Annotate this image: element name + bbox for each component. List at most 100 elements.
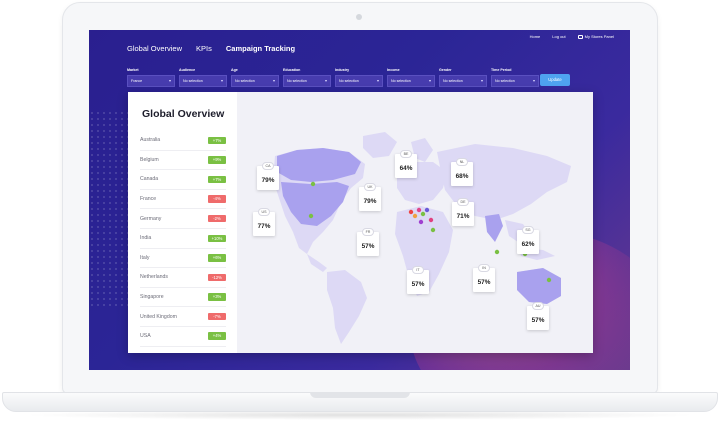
country-name: Australia [140, 137, 161, 144]
map-callout-sg[interactable]: SG 62% [517, 226, 539, 254]
country-row[interactable]: Italy +6% [140, 249, 226, 269]
country-row[interactable]: Germany -2% [140, 209, 226, 229]
country-code: BE [400, 150, 412, 158]
map-marker[interactable] [546, 277, 552, 283]
change-badge: -7% [208, 312, 226, 321]
background-dot-pattern [89, 110, 129, 310]
select-value: No selection [287, 79, 307, 83]
map-marker[interactable] [430, 227, 436, 233]
country-percentage: 64% [399, 165, 413, 172]
nav-campaign-tracking[interactable]: Campaign Tracking [226, 44, 295, 53]
country-percentage: 57% [411, 281, 425, 288]
global-overview-panel: Global Overview Australia +7% Belgium +9% Ca… [128, 92, 593, 353]
country-row[interactable]: Canada +7% [140, 170, 226, 190]
change-badge: +10% [208, 234, 226, 243]
country-percentage: 68% [455, 173, 469, 180]
highlight-india[interactable] [485, 214, 503, 242]
country-percentage: 57% [361, 243, 375, 250]
filter-label: Education [283, 68, 301, 72]
filter-education: Education No selection ▾ [283, 68, 331, 87]
map-callout-ca[interactable]: CA 79% [257, 162, 279, 190]
select-value: No selection [339, 79, 359, 83]
map-callout-be[interactable]: BE 64% [395, 150, 417, 178]
utility-nav: Home Log out My Stores Panel [530, 34, 614, 39]
filter-time-period: Time Period No selection ▾ [491, 68, 539, 87]
filter-label: Industry [335, 68, 350, 72]
panel-title: Global Overview [142, 108, 225, 120]
home-link[interactable]: Home [530, 34, 541, 39]
country-row[interactable]: Belgium +9% [140, 151, 226, 171]
map-marker[interactable] [424, 207, 430, 213]
map-callout-au[interactable]: AU 57% [527, 302, 549, 330]
country-name: Germany [140, 215, 162, 222]
map-callout-fr[interactable]: FR 57% [357, 228, 379, 256]
map-callout-us[interactable]: US 77% [253, 208, 275, 236]
country-row[interactable]: United Kingdom -7% [140, 307, 226, 327]
map-callout-nl[interactable]: NL 68% [451, 158, 473, 186]
select-value: No selection [235, 79, 255, 83]
map-marker[interactable] [418, 219, 424, 225]
country-row[interactable]: France -4% [140, 190, 226, 210]
nav-global-overview[interactable]: Global Overview [127, 44, 182, 53]
map-marker[interactable] [310, 181, 316, 187]
my-stores-panel-label: My Stores Panel [584, 34, 614, 39]
map-callout-in[interactable]: IN 57% [473, 264, 495, 292]
select-value: No selection [443, 79, 463, 83]
map-marker[interactable] [428, 217, 434, 223]
country-percentage: 77% [257, 223, 271, 230]
map-marker[interactable] [408, 209, 414, 215]
country-row[interactable]: Australia +7% [140, 131, 226, 151]
my-stores-panel-link[interactable]: My Stores Panel [577, 34, 614, 39]
country-code: IN [478, 264, 490, 272]
change-badge: +4% [208, 332, 226, 340]
time-period-select[interactable]: No selection ▾ [491, 75, 539, 87]
change-badge: -2% [208, 214, 226, 223]
change-badge: +3% [208, 293, 226, 301]
world-map[interactable]: CA 79% US 77% BE 64% UK 79% FR 57% NL 68% DE 71% IT 57%… [237, 92, 593, 353]
gender-select[interactable]: No selection ▾ [439, 75, 487, 87]
country-name: India [140, 235, 152, 242]
map-marker[interactable] [420, 211, 426, 217]
filter-market: Market France ▾ [127, 68, 175, 87]
country-code: NL [456, 158, 468, 166]
education-select[interactable]: No selection ▾ [283, 75, 331, 87]
market-select[interactable]: France ▾ [127, 75, 175, 87]
filter-income: Income No selection ▾ [387, 68, 435, 87]
change-badge: +9% [208, 156, 226, 164]
country-name: Singapore [140, 294, 164, 301]
change-badge: +6% [208, 254, 226, 262]
nav-kpis[interactable]: KPIs [196, 44, 212, 53]
country-row[interactable]: Netherlands -12% [140, 268, 226, 288]
map-marker[interactable] [416, 207, 422, 213]
map-callout-it[interactable]: IT 57% [407, 266, 429, 294]
country-name: USA [140, 333, 151, 340]
map-callout-uk[interactable]: UK 79% [359, 183, 381, 211]
country-row[interactable]: India +10% [140, 229, 226, 249]
filter-age: Age No selection ▾ [231, 68, 279, 87]
chevron-down-icon: ▾ [220, 78, 223, 83]
country-row[interactable]: USA +4% [140, 327, 226, 347]
change-badge: -12% [208, 273, 226, 282]
country-name: France [140, 196, 157, 203]
highlight-australia[interactable] [517, 268, 561, 304]
country-code: SG [522, 226, 534, 234]
logout-link[interactable]: Log out [552, 34, 565, 39]
region-greenland [363, 132, 397, 158]
audience-select[interactable]: No selection ▾ [179, 75, 227, 87]
country-name: Belgium [140, 156, 159, 163]
country-list: Australia +7% Belgium +9% Canada +7% France -4%… [140, 131, 226, 347]
industry-select[interactable]: No selection ▾ [335, 75, 383, 87]
filter-label: Market [127, 68, 139, 72]
update-button[interactable]: Update [540, 74, 570, 86]
age-select[interactable]: No selection ▾ [231, 75, 279, 87]
map-callout-de[interactable]: DE 71% [452, 198, 474, 226]
income-select[interactable]: No selection ▾ [387, 75, 435, 87]
country-name: Italy [140, 254, 150, 261]
map-marker[interactable] [412, 213, 418, 219]
country-percentage: 57% [477, 279, 491, 286]
map-marker[interactable] [494, 249, 500, 255]
country-row[interactable]: Singapore +3% [140, 288, 226, 308]
chevron-down-icon: ▾ [324, 78, 327, 83]
country-code: DE [457, 198, 469, 206]
map-marker[interactable] [308, 213, 314, 219]
